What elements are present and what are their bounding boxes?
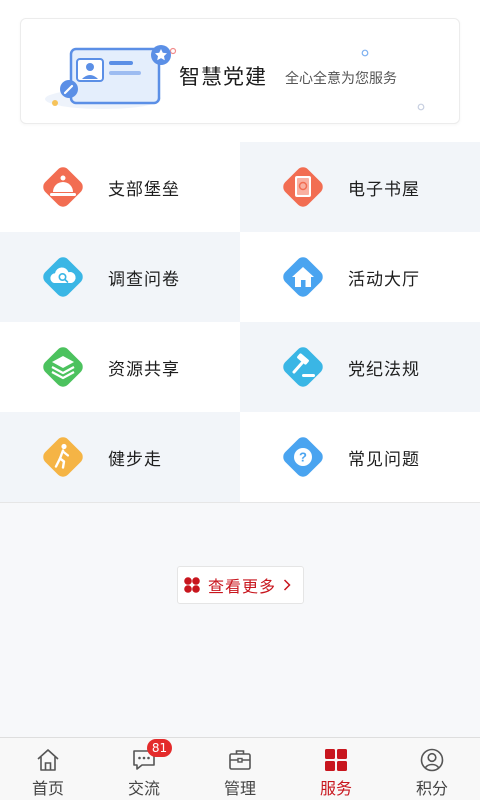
tab-label: 管理 <box>223 779 256 798</box>
service-huodong-dating[interactable]: 活动大厅 <box>240 232 480 322</box>
banner-section: 智慧党建 全心全意为您服务 <box>0 0 480 142</box>
tab-label: 服务 <box>319 779 352 798</box>
service-zhibu-baolei[interactable]: 支部堡垒 <box>0 142 240 232</box>
service-dangji-fagui[interactable]: 党纪法规 <box>240 322 480 412</box>
tab-home[interactable]: 首页 <box>0 738 96 800</box>
briefcase-icon <box>229 750 251 770</box>
house-icon <box>283 257 323 297</box>
banner-subtitle: 全心全意为您服务 <box>285 71 397 87</box>
walking-icon <box>43 437 83 477</box>
cloud-search-icon <box>43 257 83 297</box>
grid-squares-icon <box>325 749 347 771</box>
service-label: 健步走 <box>108 450 162 470</box>
service-label: 电子书屋 <box>348 180 420 200</box>
tab-service[interactable]: 服务 <box>288 738 384 800</box>
layers-icon <box>43 347 83 387</box>
service-diaocha-wenjuan[interactable]: 调查问卷 <box>0 232 240 322</box>
gavel-icon <box>283 347 323 387</box>
service-label: 党纪法规 <box>348 360 420 380</box>
tab-manage[interactable]: 管理 <box>192 738 288 800</box>
four-petal-icon <box>184 577 200 593</box>
service-jianbu-zou[interactable]: 健步走 <box>0 412 240 502</box>
decor-dot-icon <box>361 49 369 57</box>
decor-dot-icon <box>417 103 425 111</box>
service-label: 资源共享 <box>108 360 180 380</box>
question-icon: ? <box>283 437 323 477</box>
tab-points[interactable]: 积分 <box>384 738 480 800</box>
banner-card[interactable]: 智慧党建 全心全意为您服务 <box>20 18 460 124</box>
banner-title: 智慧党建 <box>179 65 267 89</box>
service-label: 常见问题 <box>348 450 420 470</box>
tab-label: 积分 <box>415 779 448 798</box>
tab-chat[interactable]: 交流 81 <box>96 738 192 800</box>
divider <box>0 502 480 503</box>
e-book-icon <box>283 167 323 207</box>
tab-label: 首页 <box>31 779 64 798</box>
chevron-right-icon <box>283 579 291 591</box>
service-changjian-wenti[interactable]: ? 常见问题 <box>240 412 480 502</box>
service-label: 活动大厅 <box>348 270 420 290</box>
home-icon <box>37 749 59 771</box>
service-label: 支部堡垒 <box>108 180 180 200</box>
service-ziyuan-gongxiang[interactable]: 资源共享 <box>0 322 240 412</box>
bottom-tab-bar: 首页 交流 81 管理 服务 积分 <box>0 737 480 800</box>
view-more-button[interactable]: 查看更多 <box>177 566 304 604</box>
tab-label: 交流 <box>127 779 160 798</box>
svg-text:?: ? <box>299 450 307 465</box>
dome-bell-icon <box>43 167 83 207</box>
service-label: 调查问卷 <box>108 270 180 290</box>
id-card-illustration-icon <box>45 45 177 109</box>
service-grid: 支部堡垒 电子书屋 调查问卷 活动大厅 资源共享 党纪法规 健步走 ? 常见问题 <box>0 142 480 502</box>
view-more-label: 查看更多 <box>208 577 277 596</box>
unread-badge: 81 <box>147 739 172 757</box>
service-dianzi-shuwu[interactable]: 电子书屋 <box>240 142 480 232</box>
user-circle-icon <box>420 748 444 772</box>
